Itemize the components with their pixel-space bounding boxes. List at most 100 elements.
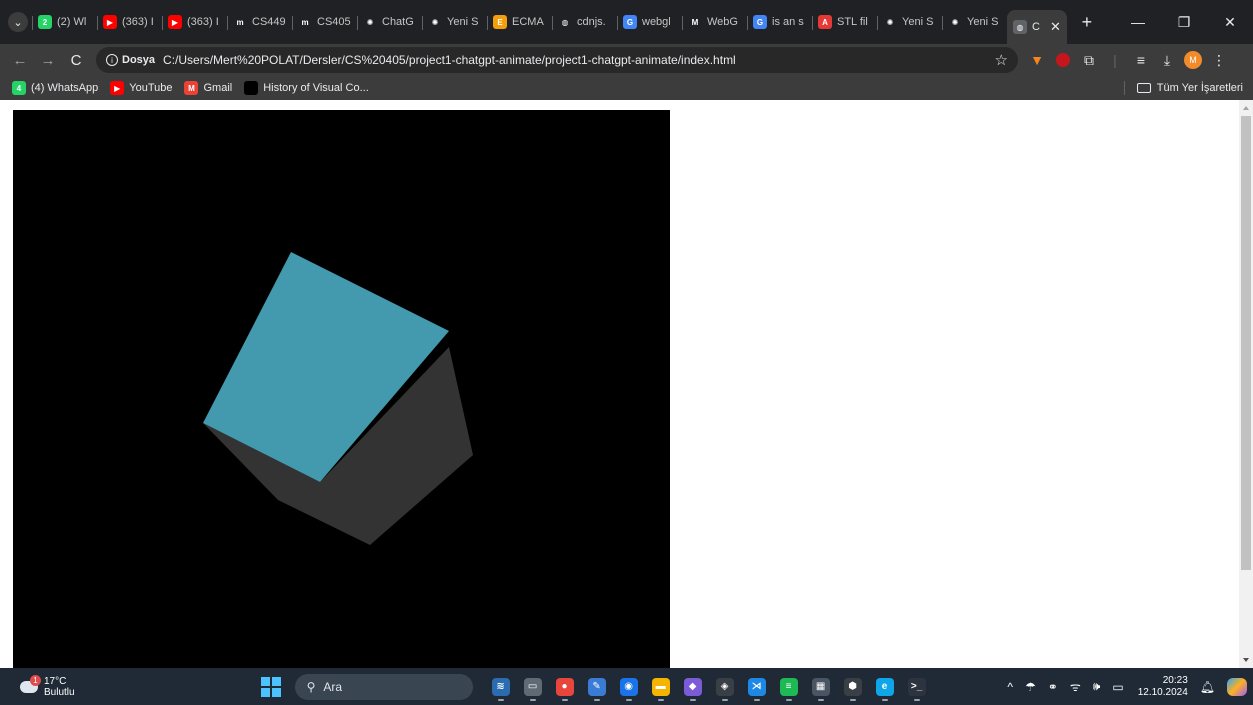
running-indicator [593,698,600,701]
paint-app[interactable]: ✎ [581,672,613,702]
tray-icon[interactable]: ☂ [1025,680,1036,694]
start-button[interactable] [260,676,281,697]
calculator-app[interactable]: ▦ [805,672,837,702]
browser-tab[interactable]: ▶ (363) I [162,7,227,37]
tab-title: CS449 [252,16,286,28]
scroll-down-arrow-icon[interactable] [1243,658,1249,662]
tray-icon[interactable]: ⚭ [1048,680,1058,694]
browser-tab[interactable]: M WebG [682,7,747,37]
browser-tab[interactable]: ✺ Yeni S [422,7,487,37]
visual-studio-app[interactable]: ◆ [677,672,709,702]
globe-icon: ◍ [1013,20,1027,34]
download-icon[interactable]: ⤓ [1154,47,1180,73]
tab-title: is an s [772,16,804,28]
active-tab[interactable]: ◍ C ✕ [1007,10,1067,44]
edge-app[interactable]: e [869,672,901,702]
copilot-icon[interactable] [1227,677,1247,696]
scrollbar-thumb[interactable] [1241,116,1251,570]
browser-tab[interactable]: ✺ ChatG [357,7,422,37]
browser-tab[interactable]: ✺ Yeni S [942,7,1007,37]
browser-tab[interactable]: ◍ cdnjs. [552,7,617,37]
steam-app[interactable]: ⬢ [837,672,869,702]
chrome-app[interactable]: ● [549,672,581,702]
unity-app[interactable]: ◈ [709,672,741,702]
tab-separator [357,16,358,30]
tab-title: ECMA [512,16,544,28]
restore-button[interactable]: ❐ [1161,14,1207,31]
page-viewport [0,100,1253,668]
taskbar-search-placeholder: Ara [323,679,343,694]
browser-tab[interactable]: E ECMA [487,7,552,37]
browser-tab[interactable]: ✺ Yeni S [877,7,942,37]
bookmark-item[interactable]: ▶ YouTube [110,81,172,95]
minimize-button[interactable]: — [1115,14,1161,31]
back-button[interactable]: ← [6,52,34,69]
tray-icon[interactable]: ^ [1007,680,1013,694]
terminal-app[interactable]: >_ [901,672,933,702]
all-bookmarks-button[interactable]: Tüm Yer İşaretleri [1123,81,1243,95]
visual-studio-icon: ◆ [683,677,702,696]
close-window-button[interactable]: ✕ [1207,14,1253,31]
bookmark-item[interactable]: History of Visual Co... [244,81,369,95]
forward-button[interactable]: → [34,52,62,69]
cloud-icon: 1 [20,674,41,693]
maps-app[interactable]: ◉ [613,672,645,702]
tab-search-button[interactable]: ⌄ [8,12,28,32]
tab-title: CS405 [317,16,351,28]
metamask-extension-icon[interactable]: ▼ [1024,47,1050,73]
address-bar[interactable]: i Dosya C:/Users/Mert%20POLAT/Dersler/CS… [96,47,1018,73]
tray-icon[interactable]: ᯤ [1070,678,1081,695]
scroll-up-arrow-icon[interactable] [1243,106,1249,110]
vertical-scrollbar[interactable] [1239,100,1253,668]
reading-list-icon[interactable]: ≡ [1128,47,1154,73]
bookmark-star-icon[interactable]: ☆ [995,51,1008,69]
weather-widget[interactable]: 1 17°C Bulutlu [20,674,75,698]
ecma-icon: E [493,15,507,29]
tab-separator [617,16,618,30]
task-view-app[interactable]: ▭ [517,672,549,702]
vscode-icon: ⋊ [747,677,766,696]
notification-bell-icon[interactable]: 🔔︎ [1200,680,1215,694]
clock-date: 12.10.2024 [1137,686,1188,698]
whatsapp-icon: 4 [12,81,26,95]
browser-tab[interactable]: 2 (2) Wl [32,7,97,37]
browser-tab[interactable]: ▶ (363) I [97,7,162,37]
taskbar-search[interactable]: ⚲ Ara [294,673,473,700]
widgets-app[interactable]: ≋ [485,672,517,702]
running-indicator [657,698,664,701]
new-tab-button[interactable]: + [1077,12,1097,33]
bookmark-label: (4) WhatsApp [31,82,99,94]
running-indicator [721,698,728,701]
system-tray: ^ ☂ ⚭ ᯤ 🕪 ▭ 20:23 12.10.2024 🔔︎ [1001,675,1253,699]
vscode-app[interactable]: ⋊ [741,672,773,702]
browser-tab[interactable]: m CS405 [292,7,357,37]
profile-button[interactable]: M [1180,47,1206,73]
site-info-chip[interactable]: i Dosya [106,54,155,66]
tab-title: WebG [707,16,738,28]
weather-temp: 17°C [44,675,67,687]
toolbar-divider: | [1113,52,1117,68]
browser-tab[interactable]: m CS449 [227,7,292,37]
extensions-puzzle-icon[interactable]: ⧉ [1076,47,1102,73]
file-explorer-app[interactable]: ▬ [645,672,677,702]
clock[interactable]: 20:23 12.10.2024 [1138,675,1188,699]
ublock-extension-icon[interactable] [1050,47,1076,73]
all-bookmarks-label: Tüm Yer İşaretleri [1156,82,1243,94]
browser-tab[interactable]: Gwebgl [617,7,682,37]
bookmark-item[interactable]: 4 (4) WhatsApp [12,81,98,95]
browser-tab[interactable]: A STL fil [812,7,877,37]
spotify-app[interactable]: ≡ [773,672,805,702]
menu-kebab-icon[interactable]: ⋮ [1206,47,1232,73]
webgl-canvas[interactable] [13,110,670,668]
bookmark-item[interactable]: M Gmail [184,81,232,95]
tab-title: (363) I [122,16,154,28]
chevron-down-icon: ⌄ [13,16,23,29]
url-text[interactable]: C:/Users/Mert%20POLAT/Dersler/CS%20405/p… [163,53,995,67]
close-tab-icon[interactable]: ✕ [1050,19,1061,35]
tray-icon[interactable]: ▭ [1112,680,1123,694]
tray-icon[interactable]: 🕪 [1093,679,1101,694]
running-indicator [497,698,504,701]
browser-tab[interactable]: Gis an s [747,7,812,37]
reload-button[interactable]: C [62,52,90,69]
youtube-icon: ▶ [110,81,125,95]
